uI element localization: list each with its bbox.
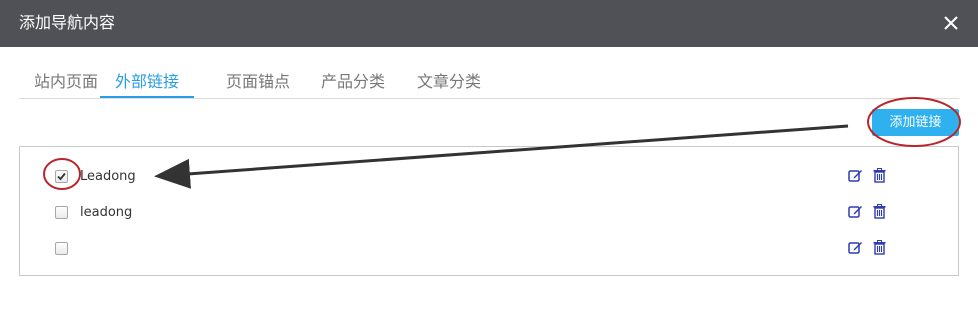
tab-bar: 站内页面 外部链接 页面锚点 产品分类 文章分类 (19, 68, 959, 99)
row-checkbox[interactable] (55, 242, 68, 255)
link-name: Leadong (80, 169, 136, 184)
tab-external-links[interactable]: 外部链接 (100, 68, 195, 98)
edit-icon[interactable] (848, 168, 863, 183)
checkmark-icon (57, 172, 66, 181)
tab-article-categories[interactable]: 文章分类 (417, 68, 481, 96)
tab-product-categories[interactable]: 产品分类 (321, 68, 385, 96)
add-nav-content-dialog: 添加导航内容 站内页面 外部链接 页面锚点 产品分类 文章分类 添加链接 Lea… (0, 0, 978, 316)
list-item: Leadong (20, 162, 958, 192)
external-links-list: Leadong leadong (19, 146, 959, 276)
dialog-title: 添加导航内容 (19, 13, 116, 32)
trash-icon[interactable] (873, 240, 886, 255)
link-name: leadong (80, 205, 133, 220)
dialog-titlebar: 添加导航内容 (0, 0, 978, 47)
row-checkbox[interactable] (55, 170, 68, 183)
edit-icon[interactable] (848, 240, 863, 255)
trash-icon[interactable] (873, 168, 886, 183)
list-item: leadong (20, 198, 958, 228)
list-item (20, 234, 958, 264)
row-checkbox[interactable] (55, 206, 68, 219)
tab-page-anchors[interactable]: 页面锚点 (226, 68, 290, 96)
trash-icon[interactable] (873, 204, 886, 219)
add-link-button[interactable]: 添加链接 (872, 109, 959, 136)
close-icon[interactable] (941, 13, 961, 33)
edit-icon[interactable] (848, 204, 863, 219)
tab-site-pages[interactable]: 站内页面 (34, 68, 98, 96)
